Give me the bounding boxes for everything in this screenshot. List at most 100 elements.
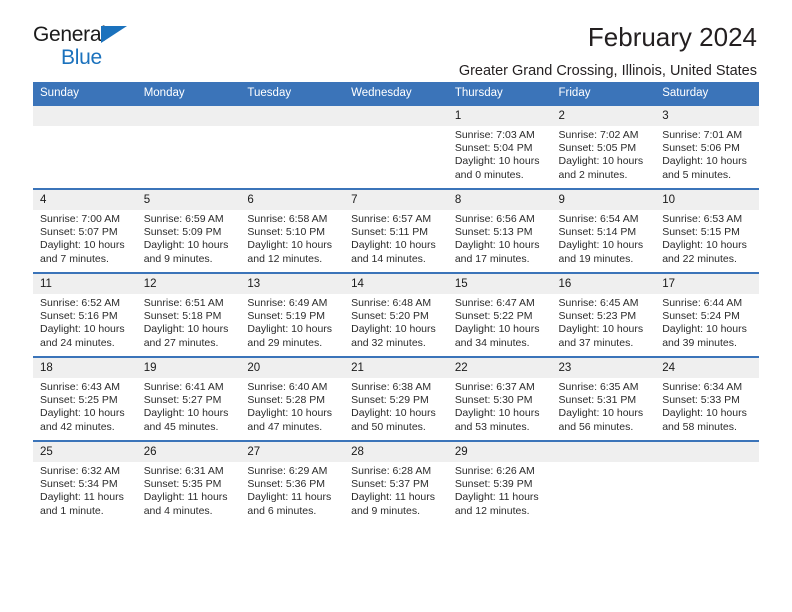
sunrise-text: Sunrise: 6:34 AM [662,381,743,393]
daylight-text: Daylight: 10 hours [143,323,229,336]
sunrise-text: Sunrise: 6:44 AM [662,297,743,309]
day-number [551,442,656,462]
calendar-day-cell[interactable]: 2 Sunrise: 7:02 AM Sunset: 5:05 PM Daylight… [551,106,656,189]
day-sun-info [655,462,759,524]
sunset-text: Sunset: 5:09 PM [143,226,222,239]
calendar-day-cell[interactable]: 8 Sunrise: 6:56 AM Sunset: 5:13 PM Daylight… [447,188,552,273]
daylight-text: and 12 minutes. [454,504,530,517]
calendar-day-cell[interactable]: 24 Sunrise: 6:34 AM Sunset: 5:33 PM Dayligh… [655,356,759,441]
weekday-header-tuesday: Tuesday [240,82,345,106]
calendar-day-cell[interactable]: 19 Sunrise: 6:41 AM Sunset: 5:27 PM Dayligh… [136,356,241,441]
sunset-text: Sunset: 5:30 PM [454,394,533,407]
sunset-text: Sunset: 5:31 PM [558,394,637,407]
calendar-day-cell[interactable]: 16 Sunrise: 6:45 AM Sunset: 5:23 PM Dayligh… [551,272,656,357]
calendar-day-cell[interactable]: 21 Sunrise: 6:38 AM Sunset: 5:29 PM Dayligh… [344,356,448,441]
sunset-text: Sunset: 5:23 PM [558,310,637,323]
day-sun-info: Sunrise: 6:26 AM Sunset: 5:39 PM Daylight:… [448,462,552,524]
sunrise-text: Sunrise: 6:26 AM [454,465,535,477]
day-sun-info: Sunrise: 7:00 AM Sunset: 5:07 PM Daylight:… [33,210,137,272]
calendar-day-cell[interactable]: 14 Sunrise: 6:48 AM Sunset: 5:20 PM Dayligh… [344,272,448,357]
daylight-text: and 45 minutes. [143,420,219,433]
daylight-text: and 50 minutes. [351,420,426,433]
calendar-day-cell[interactable]: 4 Sunrise: 7:00 AM Sunset: 5:07 PM Daylight… [33,188,137,273]
sunrise-text: Sunrise: 6:53 AM [662,213,743,225]
day-number: 6 [240,190,345,210]
calendar-day-cell[interactable]: 10 Sunrise: 6:53 AM Sunset: 5:15 PM Dayligh… [655,188,759,273]
calendar-day-cell[interactable]: 11 Sunrise: 6:52 AM Sunset: 5:16 PM Dayligh… [33,272,137,357]
day-sun-info [240,126,344,188]
weekday-header-saturday: Saturday [655,82,759,106]
calendar-day-cell[interactable]: 13 Sunrise: 6:49 AM Sunset: 5:19 PM Dayligh… [240,272,345,357]
calendar-day-cell[interactable]: 29 Sunrise: 6:26 AM Sunset: 5:39 PM Dayligh… [447,440,552,524]
daylight-text: Daylight: 10 hours [351,407,436,420]
day-number: 21 [344,358,448,378]
sunset-text: Sunset: 5:35 PM [143,478,222,491]
calendar-day-cell[interactable]: 7 Sunrise: 6:57 AM Sunset: 5:11 PM Daylight… [344,188,448,273]
day-sun-info: Sunrise: 6:45 AM Sunset: 5:23 PM Daylight:… [552,294,656,356]
calendar-day-cell[interactable]: 18 Sunrise: 6:43 AM Sunset: 5:25 PM Dayligh… [33,356,137,441]
daylight-text: Daylight: 10 hours [40,239,125,252]
sunrise-text: Sunrise: 7:01 AM [662,129,743,141]
sunrise-text: Sunrise: 7:00 AM [40,213,120,225]
day-sun-info: Sunrise: 6:59 AM Sunset: 5:09 PM Daylight:… [137,210,241,272]
daylight-text: Daylight: 11 hours [454,491,539,504]
weekday-header-thursday: Thursday [447,82,552,106]
daylight-text: Daylight: 10 hours [454,239,540,252]
daylight-text: Daylight: 10 hours [558,407,644,420]
day-number: 29 [447,442,552,462]
day-sun-info: Sunrise: 6:49 AM Sunset: 5:19 PM Daylight:… [240,294,344,356]
day-number: 2 [551,106,656,126]
day-sun-info: Sunrise: 7:03 AM Sunset: 5:04 PM Daylight:… [448,126,552,188]
day-number: 26 [136,442,241,462]
daylight-text: and 9 minutes. [351,504,420,517]
calendar-day-cell[interactable]: 9 Sunrise: 6:54 AM Sunset: 5:14 PM Daylight… [551,188,656,273]
daylight-text: and 47 minutes. [247,420,323,433]
daylight-text: Daylight: 10 hours [662,155,747,168]
day-number: 14 [344,274,448,294]
sunrise-text: Sunrise: 6:35 AM [558,381,639,393]
daylight-text: and 19 minutes. [558,252,634,265]
calendar-week-row: 1 Sunrise: 7:03 AM Sunset: 5:04 PM Daylight… [33,106,759,189]
sunset-text: Sunset: 5:18 PM [143,310,222,323]
calendar-day-cell[interactable]: 28 Sunrise: 6:28 AM Sunset: 5:37 PM Dayligh… [344,440,448,524]
calendar-day-cell[interactable]: 12 Sunrise: 6:51 AM Sunset: 5:18 PM Dayligh… [136,272,241,357]
day-number: 16 [551,274,656,294]
daylight-text: and 2 minutes. [558,168,628,181]
daylight-text: Daylight: 11 hours [40,491,124,504]
daylight-text: Daylight: 11 hours [143,491,228,504]
daylight-text: Daylight: 10 hours [247,407,333,420]
day-sun-info [552,462,656,524]
daylight-text: and 42 minutes. [40,420,115,433]
calendar-day-cell[interactable]: 26 Sunrise: 6:31 AM Sunset: 5:35 PM Dayligh… [136,440,241,524]
sunrise-text: Sunrise: 6:58 AM [247,213,328,225]
day-number [33,106,137,126]
logo-text-blue: Blue [61,46,102,69]
day-number: 7 [344,190,448,210]
calendar-day-cell[interactable]: 23 Sunrise: 6:35 AM Sunset: 5:31 PM Dayligh… [551,356,656,441]
sunrise-text: Sunrise: 6:40 AM [247,381,328,393]
day-number: 9 [551,190,656,210]
calendar-day-cell[interactable]: 20 Sunrise: 6:40 AM Sunset: 5:28 PM Dayligh… [240,356,345,441]
calendar-day-cell[interactable]: 6 Sunrise: 6:58 AM Sunset: 5:10 PM Daylight… [240,188,345,273]
calendar-day-cell[interactable]: 3 Sunrise: 7:01 AM Sunset: 5:06 PM Daylight… [655,106,759,189]
daylight-text: Daylight: 10 hours [351,323,436,336]
calendar-day-cell[interactable]: 27 Sunrise: 6:29 AM Sunset: 5:36 PM Dayligh… [240,440,345,524]
day-number: 8 [447,190,552,210]
daylight-text: Daylight: 10 hours [558,239,644,252]
calendar-day-cell[interactable]: 15 Sunrise: 6:47 AM Sunset: 5:22 PM Dayligh… [447,272,552,357]
calendar-day-cell[interactable]: 1 Sunrise: 7:03 AM Sunset: 5:04 PM Daylight… [447,106,552,189]
sunrise-text: Sunrise: 6:52 AM [40,297,120,309]
day-sun-info: Sunrise: 6:38 AM Sunset: 5:29 PM Daylight:… [344,378,448,440]
calendar-day-cell[interactable]: 5 Sunrise: 6:59 AM Sunset: 5:09 PM Daylight… [136,188,241,273]
calendar-day-cell[interactable]: 22 Sunrise: 6:37 AM Sunset: 5:30 PM Dayligh… [447,356,552,441]
calendar-day-cell[interactable]: 25 Sunrise: 6:32 AM Sunset: 5:34 PM Dayligh… [33,440,137,524]
sunrise-text: Sunrise: 6:56 AM [454,213,535,225]
daylight-text: Daylight: 10 hours [558,155,644,168]
calendar-day-cell[interactable]: 17 Sunrise: 6:44 AM Sunset: 5:24 PM Dayligh… [655,272,759,357]
day-sun-info: Sunrise: 6:44 AM Sunset: 5:24 PM Daylight:… [655,294,759,356]
general-blue-logo[interactable]: General Blue [33,24,153,68]
daylight-text: Daylight: 10 hours [558,323,644,336]
day-number [136,106,241,126]
daylight-text: and 39 minutes. [662,336,737,349]
calendar-table: Sunday Monday Tuesday Wednesday Thursday Frid… [33,82,759,524]
